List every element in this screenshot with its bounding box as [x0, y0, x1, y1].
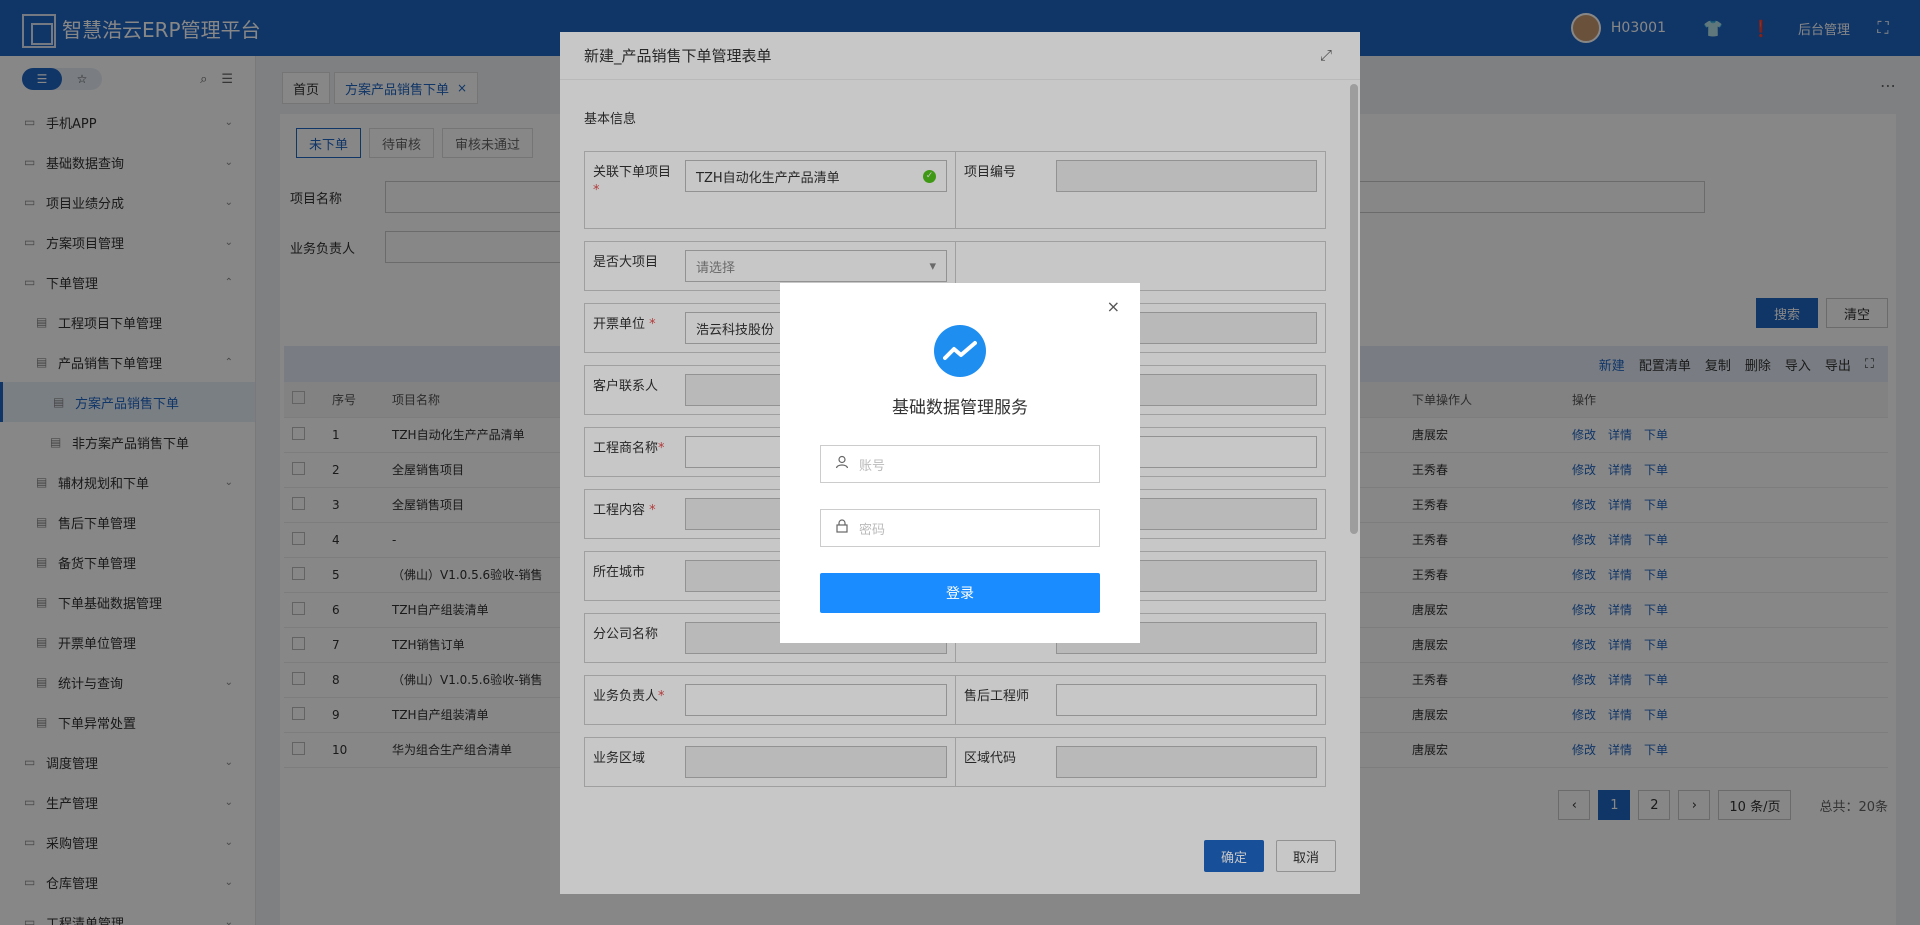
- service-logo-icon: [934, 325, 986, 377]
- login-dialog: × 基础数据管理服务 账号 密码 登录: [780, 283, 1140, 643]
- account-input[interactable]: 账号: [820, 445, 1100, 483]
- account-placeholder: 账号: [859, 458, 886, 474]
- password-placeholder: 密码: [859, 522, 886, 538]
- login-title: 基础数据管理服务: [892, 398, 1028, 418]
- user-icon: [835, 455, 851, 473]
- close-icon[interactable]: ×: [1107, 297, 1120, 316]
- lock-icon: [835, 519, 851, 537]
- password-input[interactable]: 密码: [820, 509, 1100, 547]
- login-button[interactable]: 登录: [820, 573, 1100, 613]
